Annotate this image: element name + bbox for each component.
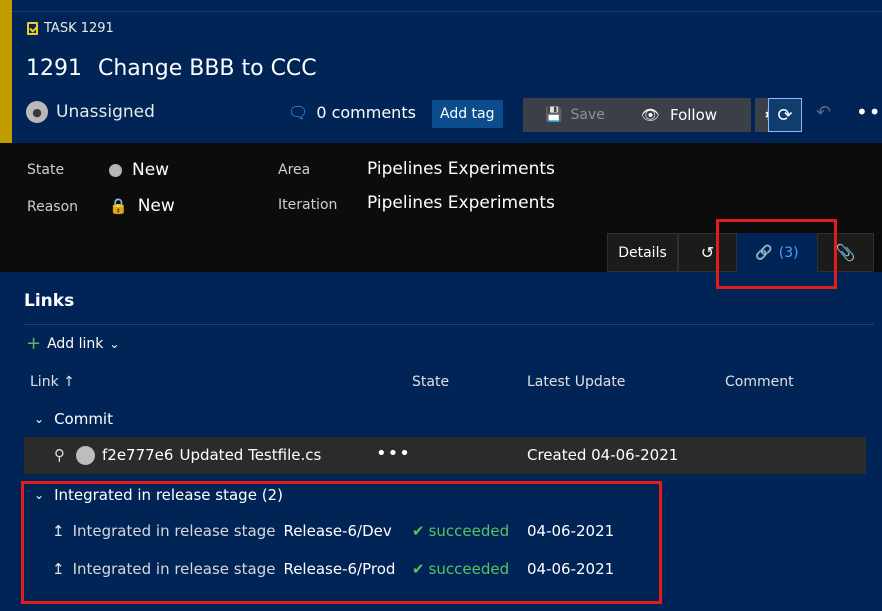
commit-message: Updated Testfile.cs xyxy=(179,446,322,464)
links-tab-highlight-box xyxy=(716,219,837,289)
iteration-field[interactable]: Pipelines Experiments xyxy=(367,193,555,213)
latest-update: Created 04-06-2021 xyxy=(527,446,679,464)
group-name: Commit xyxy=(54,410,113,428)
state-dot-icon xyxy=(109,163,122,177)
area-label: Area xyxy=(278,162,311,178)
comments-label: 0 comments xyxy=(316,103,416,122)
save-label: Save xyxy=(570,107,605,123)
column-header-comment[interactable]: Comment xyxy=(725,374,794,390)
row-more-actions-button[interactable]: ••• xyxy=(376,443,411,464)
paperclip-icon: 📎 xyxy=(835,243,856,262)
eye-icon: 👁 xyxy=(640,106,660,124)
work-item-title-text[interactable]: Change BBB to CCC xyxy=(98,56,317,81)
work-item-toolbar: ● Unassigned 🗨 0 comments Add tag 💾 Save… xyxy=(26,98,882,132)
work-item-type: TASK 1291 xyxy=(27,21,114,36)
add-link-button[interactable]: + Add link ⌄ xyxy=(26,333,120,354)
commit-hash: f2e777e6 xyxy=(102,446,174,464)
undo-button[interactable]: ↶ xyxy=(816,102,831,123)
comments-link[interactable]: 🗨 0 comments xyxy=(288,103,416,122)
follow-label: Follow xyxy=(669,106,718,124)
state-field[interactable]: New xyxy=(109,160,169,180)
commit-icon: ⚲ xyxy=(54,446,65,464)
task-icon xyxy=(27,22,38,35)
state-value: New xyxy=(132,160,170,180)
links-divider xyxy=(24,324,874,325)
column-header-state[interactable]: State xyxy=(412,374,449,390)
refresh-button[interactable]: ⟳ xyxy=(768,98,802,132)
more-actions-button[interactable]: ••• xyxy=(856,100,882,124)
follow-button[interactable]: 👁 Follow xyxy=(607,98,751,132)
tab-details[interactable]: Details xyxy=(607,233,678,272)
add-tag-button[interactable]: Add tag xyxy=(432,100,503,128)
area-field[interactable]: Pipelines Experiments xyxy=(367,159,555,179)
avatar xyxy=(76,446,95,465)
links-section-title: Links xyxy=(24,291,75,311)
plus-icon: + xyxy=(26,333,42,354)
column-header-link[interactable]: Link ↑ xyxy=(30,374,75,390)
chevron-down-icon: ⌄ xyxy=(34,412,45,426)
history-icon: ↺ xyxy=(700,243,715,262)
more-icon: ••• xyxy=(856,100,882,124)
commit-link[interactable]: f2e777e6 Updated Testfile.cs xyxy=(102,446,321,464)
group-header-commit[interactable]: ⌄ Commit xyxy=(34,410,113,428)
iteration-label: Iteration xyxy=(278,197,338,213)
unassigned-avatar-icon: ● xyxy=(26,101,48,123)
column-header-latest-update[interactable]: Latest Update xyxy=(527,374,625,390)
work-item-type-label: TASK 1291 xyxy=(44,21,114,36)
state-label: State xyxy=(27,162,65,178)
assignee-picker[interactable]: ● Unassigned xyxy=(26,101,155,123)
work-item-type-color-bar xyxy=(0,0,12,143)
add-link-label: Add link xyxy=(47,336,104,352)
reason-field[interactable]: 🔒 New xyxy=(109,196,175,216)
table-row[interactable]: ⚲ f2e777e6 Updated Testfile.cs ••• Creat… xyxy=(24,437,866,474)
lock-icon: 🔒 xyxy=(109,197,128,215)
header-divider xyxy=(12,11,882,12)
comments-icon: 🗨 xyxy=(288,103,309,122)
chevron-down-icon: ⌄ xyxy=(109,337,120,351)
reason-label: Reason xyxy=(27,199,79,215)
undo-icon: ↶ xyxy=(816,102,832,123)
assignee-label: Unassigned xyxy=(56,102,155,122)
refresh-icon: ⟳ xyxy=(777,104,793,126)
reason-value: New xyxy=(137,196,175,216)
work-item-title[interactable]: 1291 Change BBB to CCC xyxy=(26,56,317,81)
save-icon: 💾 xyxy=(545,107,563,123)
release-stage-highlight-box xyxy=(21,481,662,604)
work-item-id: 1291 xyxy=(26,56,82,81)
work-item-header: TASK 1291 1291 Change BBB to CCC ● Unass… xyxy=(0,0,882,143)
